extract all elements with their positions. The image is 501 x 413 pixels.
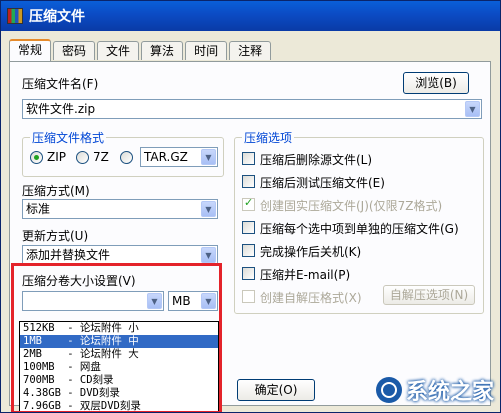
- archive-name-label: 压缩文件名(F): [22, 77, 99, 91]
- update-value: 添加并替换文件: [26, 248, 111, 262]
- browse-button[interactable]: 浏览(B): [403, 72, 469, 94]
- compress-dialog: 压缩文件 常规 密码 文件 算法 时间 注释 压缩文件名(F) 浏览(B) 软件…: [0, 0, 501, 413]
- sfx-checkbox[interactable]: [242, 290, 255, 303]
- radio-7z[interactable]: [76, 151, 89, 164]
- solid-archive-label: 创建固实压缩文件(J)(仅限7Z格式): [260, 199, 443, 213]
- shutdown-checkbox[interactable]: [242, 244, 255, 257]
- archive-app-icon: [7, 8, 23, 24]
- list-item[interactable]: 4.38GB - DVD刻录: [20, 387, 218, 400]
- watermark-text: 系统之家: [405, 380, 494, 405]
- list-item[interactable]: 7.96GB - 双层DVD刻录: [20, 400, 218, 412]
- tab-general[interactable]: 常规: [9, 39, 52, 61]
- sfx-label: 创建自解压格式(X): [260, 291, 362, 305]
- radio-zip-label: ZIP: [47, 150, 66, 164]
- list-item[interactable]: 512KB - 论坛附件 小: [20, 322, 218, 335]
- split-size-dropdown-list[interactable]: 512KB - 论坛附件 小 1MB - 论坛附件 中 2MB - 论坛附件 大…: [19, 321, 219, 412]
- test-archive-checkbox[interactable]: [242, 175, 255, 188]
- delete-source-label: 压缩后删除源文件(L): [260, 153, 373, 167]
- split-unit-value: MB: [172, 294, 191, 308]
- split-unit-combo[interactable]: MB ▼: [168, 291, 218, 311]
- window-title: 压缩文件: [29, 9, 85, 25]
- chevron-down-icon[interactable]: ▼: [201, 293, 216, 309]
- list-item[interactable]: 100MB - 网盘: [20, 361, 218, 374]
- radio-targz[interactable]: [120, 151, 133, 164]
- shutdown-label: 完成操作后关机(K): [260, 245, 362, 259]
- separate-archives-checkbox[interactable]: [242, 221, 255, 234]
- split-size-combo[interactable]: ▼: [22, 291, 164, 311]
- method-label: 压缩方式(M): [22, 184, 90, 198]
- method-combo[interactable]: 标准 ▼: [22, 199, 218, 219]
- tab-time[interactable]: 时间: [185, 41, 228, 60]
- format-combo[interactable]: TAR.GZ ▼: [140, 147, 218, 167]
- chevron-down-icon[interactable]: ▼: [201, 247, 216, 263]
- archive-name-value: 软件文件.zip: [26, 102, 96, 116]
- chevron-down-icon[interactable]: ▼: [465, 101, 480, 117]
- archive-name-combo[interactable]: 软件文件.zip ▼: [22, 99, 482, 119]
- list-item[interactable]: 700MB - CD刻录: [20, 374, 218, 387]
- update-combo[interactable]: 添加并替换文件 ▼: [22, 245, 218, 265]
- solid-archive-checkbox[interactable]: [242, 196, 255, 211]
- email-checkbox[interactable]: [242, 267, 255, 280]
- list-item-selected[interactable]: 1MB - 论坛附件 中: [20, 335, 218, 348]
- email-label: 压缩并E-mail(P): [260, 268, 351, 282]
- test-archive-label: 压缩后测试压缩文件(E): [260, 176, 385, 190]
- tab-password[interactable]: 密码: [53, 41, 96, 60]
- format-group-title: 压缩文件格式: [30, 129, 107, 146]
- chevron-down-icon[interactable]: ▼: [201, 149, 216, 165]
- tab-strip: 常规 密码 文件 算法 时间 注释: [9, 39, 273, 61]
- chevron-down-icon[interactable]: ▼: [147, 293, 162, 309]
- tab-algorithm[interactable]: 算法: [141, 41, 184, 60]
- watermark: 系统之家: [375, 374, 494, 406]
- title-bar[interactable]: 压缩文件: [1, 1, 500, 31]
- format-combo-value: TAR.GZ: [144, 150, 188, 164]
- list-item[interactable]: 2MB - 论坛附件 大: [20, 348, 218, 361]
- chevron-down-icon[interactable]: ▼: [201, 201, 216, 217]
- watermark-logo-icon: [375, 377, 402, 403]
- delete-source-checkbox[interactable]: [242, 152, 255, 165]
- separate-archives-label: 压缩每个选中项到单独的压缩文件(G): [260, 222, 459, 236]
- sfx-options-button[interactable]: 自解压选项(N): [383, 285, 475, 305]
- tab-comment[interactable]: 注释: [229, 41, 272, 60]
- radio-zip[interactable]: [30, 151, 43, 164]
- tab-files[interactable]: 文件: [97, 41, 140, 60]
- method-value: 标准: [26, 202, 51, 216]
- update-label: 更新方式(U): [22, 229, 89, 243]
- ok-button[interactable]: 确定(O): [237, 379, 315, 401]
- split-label: 压缩分卷大小设置(V): [22, 274, 136, 288]
- radio-7z-label: 7Z: [93, 150, 109, 164]
- options-group-title: 压缩选项: [242, 129, 295, 146]
